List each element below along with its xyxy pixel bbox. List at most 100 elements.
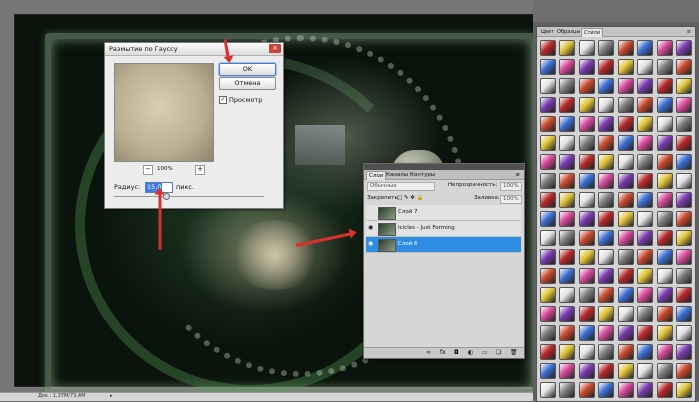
style-swatch[interactable]: [598, 248, 615, 265]
checkbox-check-icon[interactable]: ✓: [219, 96, 227, 104]
style-swatch[interactable]: [656, 324, 673, 341]
style-swatch[interactable]: [676, 153, 693, 170]
status-arrow-icon[interactable]: ▸: [110, 393, 113, 399]
style-swatch[interactable]: [676, 381, 693, 398]
style-swatch[interactable]: [539, 134, 556, 151]
style-swatch[interactable]: [676, 191, 693, 208]
style-swatch[interactable]: [559, 172, 576, 189]
style-swatch[interactable]: [637, 324, 654, 341]
style-swatch[interactable]: [559, 77, 576, 94]
style-swatch[interactable]: [617, 362, 634, 379]
style-swatch[interactable]: [559, 267, 576, 284]
style-swatch[interactable]: [637, 96, 654, 113]
style-swatch[interactable]: [656, 343, 673, 360]
tab-swatches[interactable]: Образцы: [555, 28, 582, 36]
style-swatch[interactable]: [598, 172, 615, 189]
style-swatch[interactable]: [656, 362, 673, 379]
style-swatch[interactable]: [637, 134, 654, 151]
layer-row[interactable]: ◉ Icicles - Just Forming: [366, 221, 521, 237]
style-swatch[interactable]: [676, 96, 693, 113]
style-swatch[interactable]: [637, 115, 654, 132]
style-swatch[interactable]: [559, 229, 576, 246]
style-swatch[interactable]: [559, 58, 576, 75]
style-swatch[interactable]: [676, 115, 693, 132]
style-swatch[interactable]: [598, 305, 615, 322]
style-swatch[interactable]: [598, 324, 615, 341]
trash-icon[interactable]: 🗑: [510, 349, 518, 356]
style-swatch[interactable]: [637, 39, 654, 56]
style-swatch[interactable]: [617, 191, 634, 208]
style-swatch[interactable]: [637, 191, 654, 208]
style-swatch[interactable]: [578, 305, 595, 322]
style-swatch[interactable]: [598, 39, 615, 56]
style-swatch[interactable]: [598, 96, 615, 113]
style-swatch[interactable]: [656, 77, 673, 94]
style-swatch[interactable]: [617, 172, 634, 189]
style-swatch[interactable]: [578, 134, 595, 151]
style-swatch[interactable]: [676, 58, 693, 75]
style-swatch[interactable]: [637, 58, 654, 75]
style-swatch[interactable]: [617, 305, 634, 322]
tab-styles[interactable]: Стили: [581, 28, 604, 37]
style-swatch[interactable]: [617, 229, 634, 246]
style-swatch[interactable]: [598, 229, 615, 246]
style-swatch[interactable]: [656, 172, 673, 189]
style-swatch[interactable]: [617, 267, 634, 284]
style-swatch[interactable]: [539, 286, 556, 303]
style-swatch[interactable]: [676, 286, 693, 303]
style-swatch[interactable]: [539, 191, 556, 208]
style-swatch[interactable]: [539, 362, 556, 379]
style-swatch[interactable]: [539, 381, 556, 398]
style-swatch[interactable]: [559, 96, 576, 113]
style-swatch[interactable]: [656, 381, 673, 398]
style-swatch[interactable]: [617, 58, 634, 75]
style-swatch[interactable]: [617, 134, 634, 151]
eye-icon[interactable]: ◉: [368, 241, 376, 247]
style-swatch[interactable]: [637, 286, 654, 303]
style-swatch[interactable]: [559, 39, 576, 56]
style-swatch[interactable]: [656, 210, 673, 227]
panel-menu-icon[interactable]: ≡: [513, 171, 522, 179]
style-swatch[interactable]: [676, 39, 693, 56]
style-swatch[interactable]: [539, 96, 556, 113]
style-swatch[interactable]: [637, 210, 654, 227]
zoom-out-button[interactable]: −: [143, 165, 153, 175]
style-swatch[interactable]: [539, 248, 556, 265]
style-swatch[interactable]: [617, 286, 634, 303]
style-swatch[interactable]: [578, 286, 595, 303]
style-swatch[interactable]: [578, 343, 595, 360]
style-swatch[interactable]: [578, 267, 595, 284]
tab-paths[interactable]: Контуры: [408, 171, 437, 179]
style-swatch[interactable]: [539, 115, 556, 132]
style-swatch[interactable]: [637, 77, 654, 94]
style-swatch[interactable]: [637, 229, 654, 246]
mask-icon[interactable]: ◘: [454, 349, 459, 356]
style-swatch[interactable]: [656, 39, 673, 56]
layer-row-selected[interactable]: ◉ Слой 6: [366, 237, 521, 253]
lock-icons[interactable]: □ ✎ ✥ 🔒: [397, 194, 424, 203]
style-swatch[interactable]: [617, 381, 634, 398]
style-swatch[interactable]: [598, 77, 615, 94]
style-swatch[interactable]: [539, 229, 556, 246]
style-swatch[interactable]: [578, 172, 595, 189]
fx-icon[interactable]: fx: [440, 349, 446, 356]
style-swatch[interactable]: [637, 343, 654, 360]
style-swatch[interactable]: [617, 39, 634, 56]
style-swatch[interactable]: [539, 77, 556, 94]
style-swatch[interactable]: [617, 248, 634, 265]
style-swatch[interactable]: [598, 362, 615, 379]
style-swatch[interactable]: [656, 305, 673, 322]
style-swatch[interactable]: [637, 305, 654, 322]
style-swatch[interactable]: [656, 229, 673, 246]
style-swatch[interactable]: [676, 343, 693, 360]
style-swatch[interactable]: [617, 153, 634, 170]
style-swatch[interactable]: [578, 248, 595, 265]
style-swatch[interactable]: [676, 229, 693, 246]
style-swatch[interactable]: [539, 153, 556, 170]
style-swatch[interactable]: [656, 191, 673, 208]
style-swatch[interactable]: [578, 39, 595, 56]
visibility-empty-icon[interactable]: [368, 209, 376, 215]
style-swatch[interactable]: [559, 115, 576, 132]
zoom-in-button[interactable]: +: [195, 165, 205, 175]
style-swatch[interactable]: [676, 362, 693, 379]
